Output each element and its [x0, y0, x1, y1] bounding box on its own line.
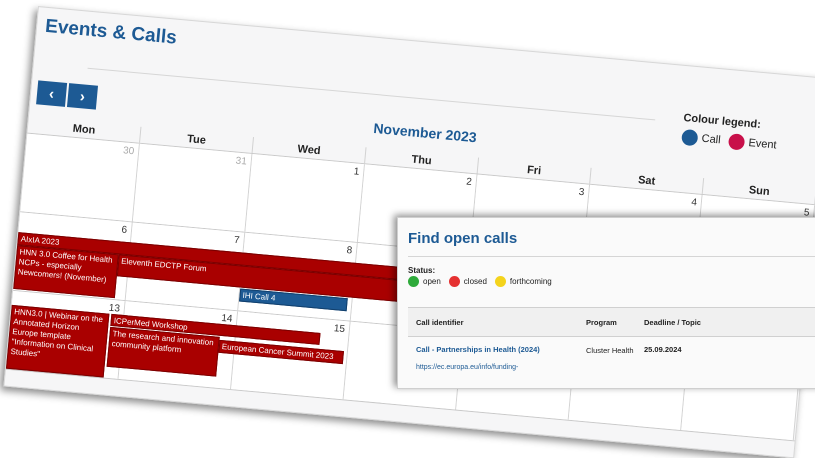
day-number: 13 [108, 302, 121, 315]
event-hnn-webinar-annotated-template[interactable]: HNN3.0 | Webinar on the Annotated Horizo… [6, 304, 110, 378]
status-legend: open closed forthcoming [408, 276, 560, 287]
day-number: 2 [465, 176, 473, 189]
day-number: 15 [333, 323, 346, 336]
event-label: HNN3.0 | Webinar on the Annotated Horizo… [10, 307, 104, 359]
legend-event: Event [727, 133, 778, 153]
call-identifier-cell: Call - Partnerships in Health (2024) htt… [408, 345, 578, 371]
colour-legend-title: Colour legend: [682, 111, 762, 131]
find-open-calls-panel: Find open calls Status: open closed fort… [397, 217, 815, 389]
day-number: 1 [353, 166, 360, 178]
table-row: Call - Partnerships in Health (2024) htt… [408, 337, 815, 371]
table-header: Call identifier Program Deadline / Topic [408, 308, 815, 337]
event-color-dot [727, 133, 746, 151]
closed-status-dot [448, 276, 460, 287]
legend-event-label: Event [747, 136, 778, 152]
day-number: 4 [690, 197, 698, 209]
calendar-day[interactable]: 1 [245, 154, 365, 242]
call-label: IHI Call 4 [242, 290, 276, 303]
status-closed-label: closed [463, 277, 487, 286]
day-number: 31 [235, 155, 248, 168]
call-url-link[interactable]: https://ec.europa.eu/info/funding- [416, 364, 578, 371]
calendar-title: Events & Calls [44, 15, 178, 49]
find-calls-title: Find open calls [408, 230, 518, 247]
legend-call: Call [681, 128, 722, 148]
event-label: HNN 3.0 Coffee for Health NCPs - especia… [17, 247, 113, 285]
status-closed[interactable]: closed [448, 276, 487, 287]
day-number: 30 [122, 145, 135, 158]
open-status-dot [408, 276, 419, 287]
column-program[interactable]: Program [578, 318, 636, 327]
status-label: Status: [408, 266, 436, 275]
status-open[interactable]: open [408, 276, 441, 287]
column-call-identifier[interactable]: Call identifier [408, 318, 578, 327]
status-open-label: open [423, 277, 441, 286]
day-number: 7 [233, 234, 241, 247]
day-number: 8 [346, 244, 353, 257]
day-number: 6 [120, 224, 128, 236]
event-hnn-coffee-for-health[interactable]: HNN 3.0 Coffee for Health NCPs - especia… [13, 245, 119, 299]
forthcoming-status-dot [494, 276, 506, 287]
deadline-cell: 25.09.2024 [644, 345, 682, 354]
call-link[interactable]: Call - Partnerships in Health (2024) [416, 345, 578, 354]
status-forthcoming[interactable]: forthcoming [494, 276, 552, 287]
day-number: 3 [578, 186, 585, 199]
open-calls-table: Call identifier Program Deadline / Topic… [408, 307, 815, 371]
program-cell: Cluster Health [586, 346, 634, 355]
column-deadline-topic[interactable]: Deadline / Topic [636, 318, 786, 327]
status-forthcoming-label: forthcoming [509, 277, 552, 286]
legend-call-label: Call [701, 132, 722, 147]
calendar-day[interactable]: 31 [132, 143, 253, 232]
divider [408, 256, 815, 257]
calendar-day[interactable]: 30 [20, 133, 140, 222]
call-color-dot [681, 128, 699, 147]
